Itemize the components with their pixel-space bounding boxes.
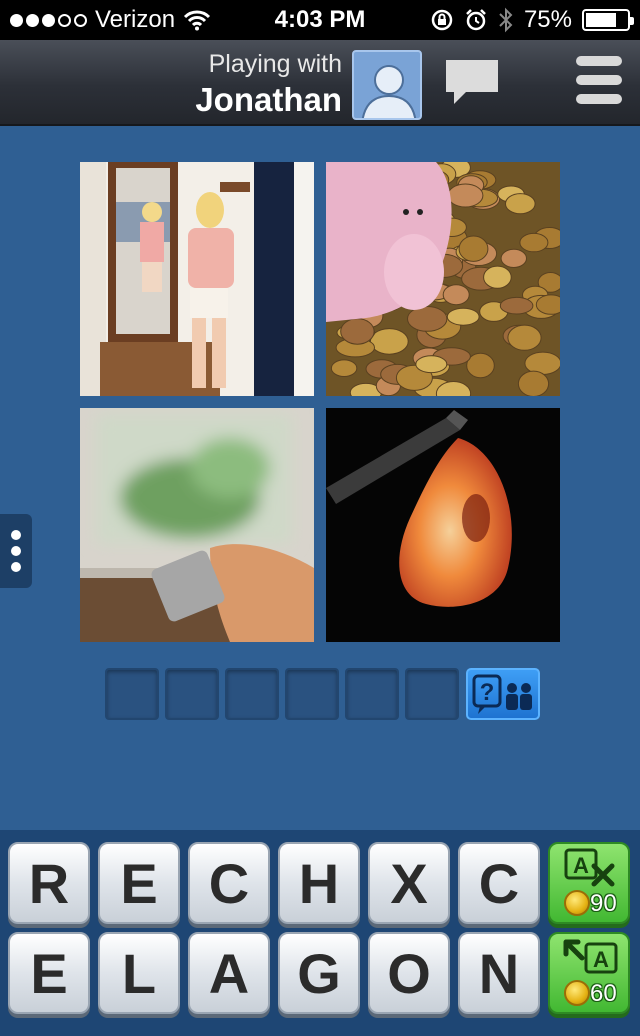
menu-icon[interactable] (576, 56, 622, 108)
remove-letters-icon: A (564, 848, 615, 887)
puzzle-photo-2 (326, 162, 560, 396)
playing-with-label: Playing with (208, 50, 342, 78)
answer-slots (105, 668, 459, 720)
answer-slot[interactable] (165, 668, 219, 720)
letter-key[interactable]: C (188, 842, 270, 924)
opponent-info: Playing with Jonathan (195, 50, 342, 119)
letter-key[interactable]: E (8, 932, 90, 1014)
puzzle-photo-1 (80, 162, 314, 396)
ask-friends-button[interactable]: ? (466, 668, 540, 720)
woman-mirror-photo (80, 162, 314, 396)
letter-key[interactable]: G (278, 932, 360, 1014)
svg-text:A: A (573, 853, 589, 878)
puzzle-photo-4 (326, 408, 560, 642)
battery-percent: 75% (523, 6, 572, 33)
letter-key[interactable]: O (368, 932, 450, 1014)
ask-friends-icon: ? (472, 674, 532, 714)
reveal-letter-button[interactable]: A 60 (548, 932, 630, 1014)
chat-icon[interactable] (442, 56, 502, 108)
answer-slot[interactable] (405, 668, 459, 720)
letter-key[interactable]: A (188, 932, 270, 1014)
alarm-icon (466, 9, 486, 31)
coin-icon (564, 980, 590, 1006)
letter-key[interactable]: C (458, 842, 540, 924)
letter-key[interactable]: H (278, 842, 360, 924)
remove-letters-button[interactable]: A 90 (548, 842, 630, 924)
letter-key[interactable]: E (98, 842, 180, 924)
bluetooth-icon (499, 7, 513, 33)
answer-slot[interactable] (345, 668, 399, 720)
puzzle-photo-3 (80, 408, 314, 642)
answer-slot[interactable] (225, 668, 279, 720)
svg-text:?: ? (480, 679, 495, 706)
letter-key[interactable]: L (98, 932, 180, 1014)
letter-keyboard: R E C H X C E L A G O N A 90 A 60 (0, 830, 640, 1036)
remove-letters-cost: 90 (590, 890, 617, 917)
svg-text:A: A (593, 947, 609, 972)
battery-icon (582, 9, 634, 31)
opponent-avatar[interactable] (352, 50, 422, 120)
rotation-lock-icon (431, 9, 453, 31)
answer-slot[interactable] (105, 668, 159, 720)
default-avatar-icon (361, 65, 417, 118)
side-panel-handle[interactable] (0, 514, 32, 588)
reveal-letter-cost: 60 (590, 980, 617, 1007)
coin-icon (564, 890, 590, 916)
letter-key[interactable]: R (8, 842, 90, 924)
opponent-name: Jonathan (195, 81, 342, 118)
reveal-letter-icon: A (563, 939, 618, 974)
tv-remote-photo (80, 408, 314, 642)
answer-slot[interactable] (285, 668, 339, 720)
letter-key[interactable]: N (458, 932, 540, 1014)
letter-key[interactable]: X (368, 842, 450, 924)
game-header: Playing with Jonathan (0, 40, 640, 126)
chrysalis-photo (326, 408, 560, 642)
piggy-bank-coins-photo (326, 162, 560, 396)
status-bar: Verizon 4:03 PM 75% (0, 0, 640, 40)
